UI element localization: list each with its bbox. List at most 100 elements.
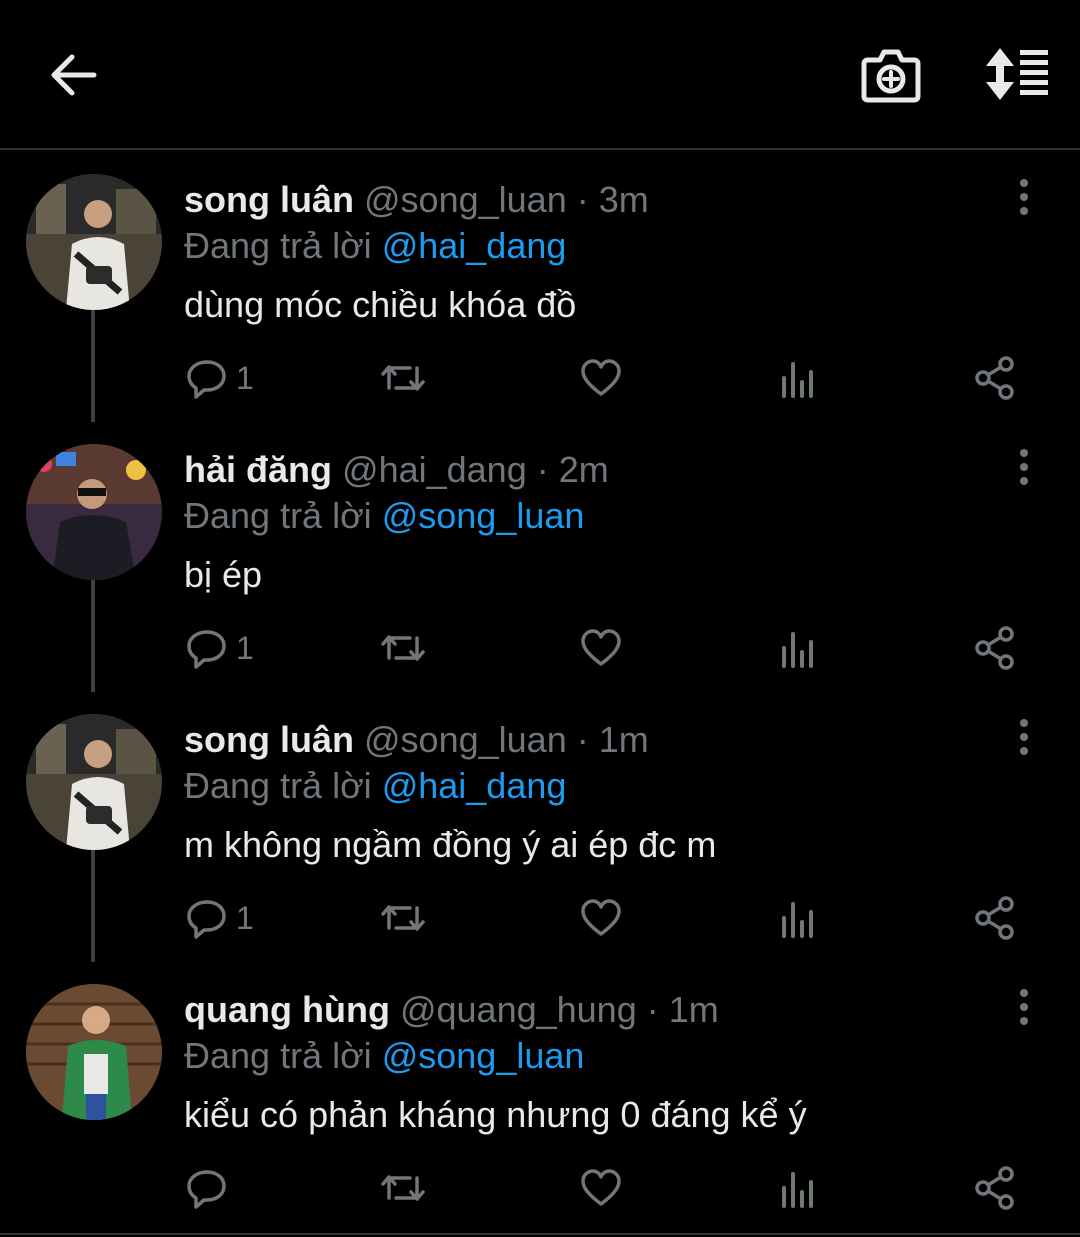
tweet-text: kiểu có phản kháng nhưng 0 đáng kể ý xyxy=(184,1094,807,1135)
thread-connector-line xyxy=(91,580,95,692)
tweet-actions xyxy=(184,1166,1034,1210)
author-handle[interactable]: @quang_hung xyxy=(400,989,637,1030)
timestamp[interactable]: 1m xyxy=(599,719,649,760)
share-button[interactable] xyxy=(974,1166,1016,1210)
tweet-header: song luân @song_luan · 3m xyxy=(184,178,649,222)
retweet-icon xyxy=(381,1175,425,1201)
retweet-button[interactable] xyxy=(380,1166,426,1210)
camera-plus-icon[interactable] xyxy=(860,46,922,104)
like-button[interactable] xyxy=(580,356,622,400)
share-icon xyxy=(975,1166,1014,1210)
timestamp[interactable]: 1m xyxy=(669,989,719,1030)
replying-to: Đang trả lời @song_luan xyxy=(184,1034,584,1078)
like-button[interactable] xyxy=(580,896,622,940)
retweet-button[interactable] xyxy=(380,896,426,940)
more-options-icon[interactable] xyxy=(1008,448,1040,486)
separator-dot: · xyxy=(576,179,589,220)
author-handle[interactable]: @song_luan xyxy=(364,719,567,760)
tweet-actions: 1 xyxy=(184,356,1034,400)
separator-dot: · xyxy=(576,719,589,760)
retweet-icon xyxy=(381,635,425,661)
heart-icon xyxy=(581,629,621,666)
heart-icon xyxy=(581,1169,621,1206)
replying-to-label: Đang trả lời xyxy=(184,225,372,266)
top-app-bar xyxy=(0,0,1080,150)
views-button[interactable] xyxy=(778,356,818,400)
views-button[interactable] xyxy=(778,1166,818,1210)
author-name[interactable]: song luân xyxy=(184,719,354,760)
reply-mention-link[interactable]: @hai_dang xyxy=(382,225,567,266)
reply-thread: song luân @song_luan · 3m Đang trả lời @… xyxy=(0,152,1080,1232)
reply-count: 1 xyxy=(236,900,254,936)
author-handle[interactable]: @hai_dang xyxy=(342,449,527,490)
analytics-icon xyxy=(782,362,813,398)
retweet-button[interactable] xyxy=(380,356,426,400)
back-arrow-icon[interactable] xyxy=(48,50,100,100)
tweet[interactable]: song luân @song_luan · 1m Đang trả lời @… xyxy=(0,692,1080,962)
share-icon xyxy=(975,356,1014,400)
replying-to: Đang trả lời @hai_dang xyxy=(184,224,566,268)
retweet-button[interactable] xyxy=(380,626,426,670)
tweet[interactable]: hải đăng @hai_dang · 2m Đang trả lời @so… xyxy=(0,422,1080,692)
replying-to-label: Đang trả lời xyxy=(184,495,372,536)
reply-mention-link[interactable]: @song_luan xyxy=(382,495,585,536)
like-button[interactable] xyxy=(580,1166,622,1210)
replying-to: Đang trả lời @song_luan xyxy=(184,494,584,538)
reply-count: 1 xyxy=(236,630,254,666)
views-button[interactable] xyxy=(778,896,818,940)
like-button[interactable] xyxy=(580,626,622,670)
author-handle[interactable]: @song_luan xyxy=(364,179,567,220)
analytics-icon xyxy=(782,902,813,938)
tweet-text: bị ép xyxy=(184,554,263,595)
tweet-text: dùng móc chiều khóa đồ xyxy=(184,284,577,325)
thread-connector-line xyxy=(91,310,95,422)
tweet-actions: 1 xyxy=(184,626,1034,670)
tweet-text: m không ngầm đồng ý ai ép đc m xyxy=(184,824,717,865)
more-options-icon[interactable] xyxy=(1008,988,1040,1026)
replying-to: Đang trả lời @hai_dang xyxy=(184,764,566,808)
avatar[interactable] xyxy=(26,714,162,850)
timestamp[interactable]: 2m xyxy=(559,449,609,490)
reply-icon xyxy=(187,360,226,399)
avatar[interactable] xyxy=(26,174,162,310)
separator-dot: · xyxy=(536,449,549,490)
reply-button[interactable]: 1 xyxy=(186,356,254,400)
reply-button[interactable] xyxy=(186,1166,228,1210)
share-button[interactable] xyxy=(974,896,1016,940)
separator-dot: · xyxy=(646,989,659,1030)
reply-icon xyxy=(187,1170,226,1209)
heart-icon xyxy=(581,359,621,396)
reply-button[interactable]: 1 xyxy=(186,626,254,670)
author-name[interactable]: song luân xyxy=(184,179,354,220)
tweet-actions: 1 xyxy=(184,896,1034,940)
timestamp[interactable]: 3m xyxy=(599,179,649,220)
reply-mention-link[interactable]: @song_luan xyxy=(382,1035,585,1076)
tweet[interactable]: song luân @song_luan · 3m Đang trả lời @… xyxy=(0,152,1080,422)
analytics-icon xyxy=(782,632,813,668)
replying-to-label: Đang trả lời xyxy=(184,765,372,806)
reply-mention-link[interactable]: @hai_dang xyxy=(382,765,567,806)
reply-icon xyxy=(187,630,226,669)
heart-icon xyxy=(581,899,621,936)
reply-button[interactable]: 1 xyxy=(186,896,254,940)
avatar[interactable] xyxy=(26,984,162,1120)
views-button[interactable] xyxy=(778,626,818,670)
more-options-icon[interactable] xyxy=(1008,178,1040,216)
share-button[interactable] xyxy=(974,626,1016,670)
reply-count: 1 xyxy=(236,360,254,396)
replying-to-label: Đang trả lời xyxy=(184,1035,372,1076)
more-options-icon[interactable] xyxy=(1008,718,1040,756)
author-name[interactable]: hải đăng xyxy=(184,449,332,490)
share-icon xyxy=(975,626,1014,670)
analytics-icon xyxy=(782,1172,813,1208)
thread-connector-line xyxy=(91,850,95,962)
retweet-icon xyxy=(381,905,425,931)
share-button[interactable] xyxy=(974,356,1016,400)
tweet[interactable]: quang hùng @quang_hung · 1m Đang trả lời… xyxy=(0,962,1080,1232)
author-name[interactable]: quang hùng xyxy=(184,989,390,1030)
divider xyxy=(0,1233,1080,1235)
retweet-icon xyxy=(381,365,425,391)
sort-replies-icon[interactable] xyxy=(982,46,1052,102)
reply-icon xyxy=(187,900,226,939)
avatar[interactable] xyxy=(26,444,162,580)
